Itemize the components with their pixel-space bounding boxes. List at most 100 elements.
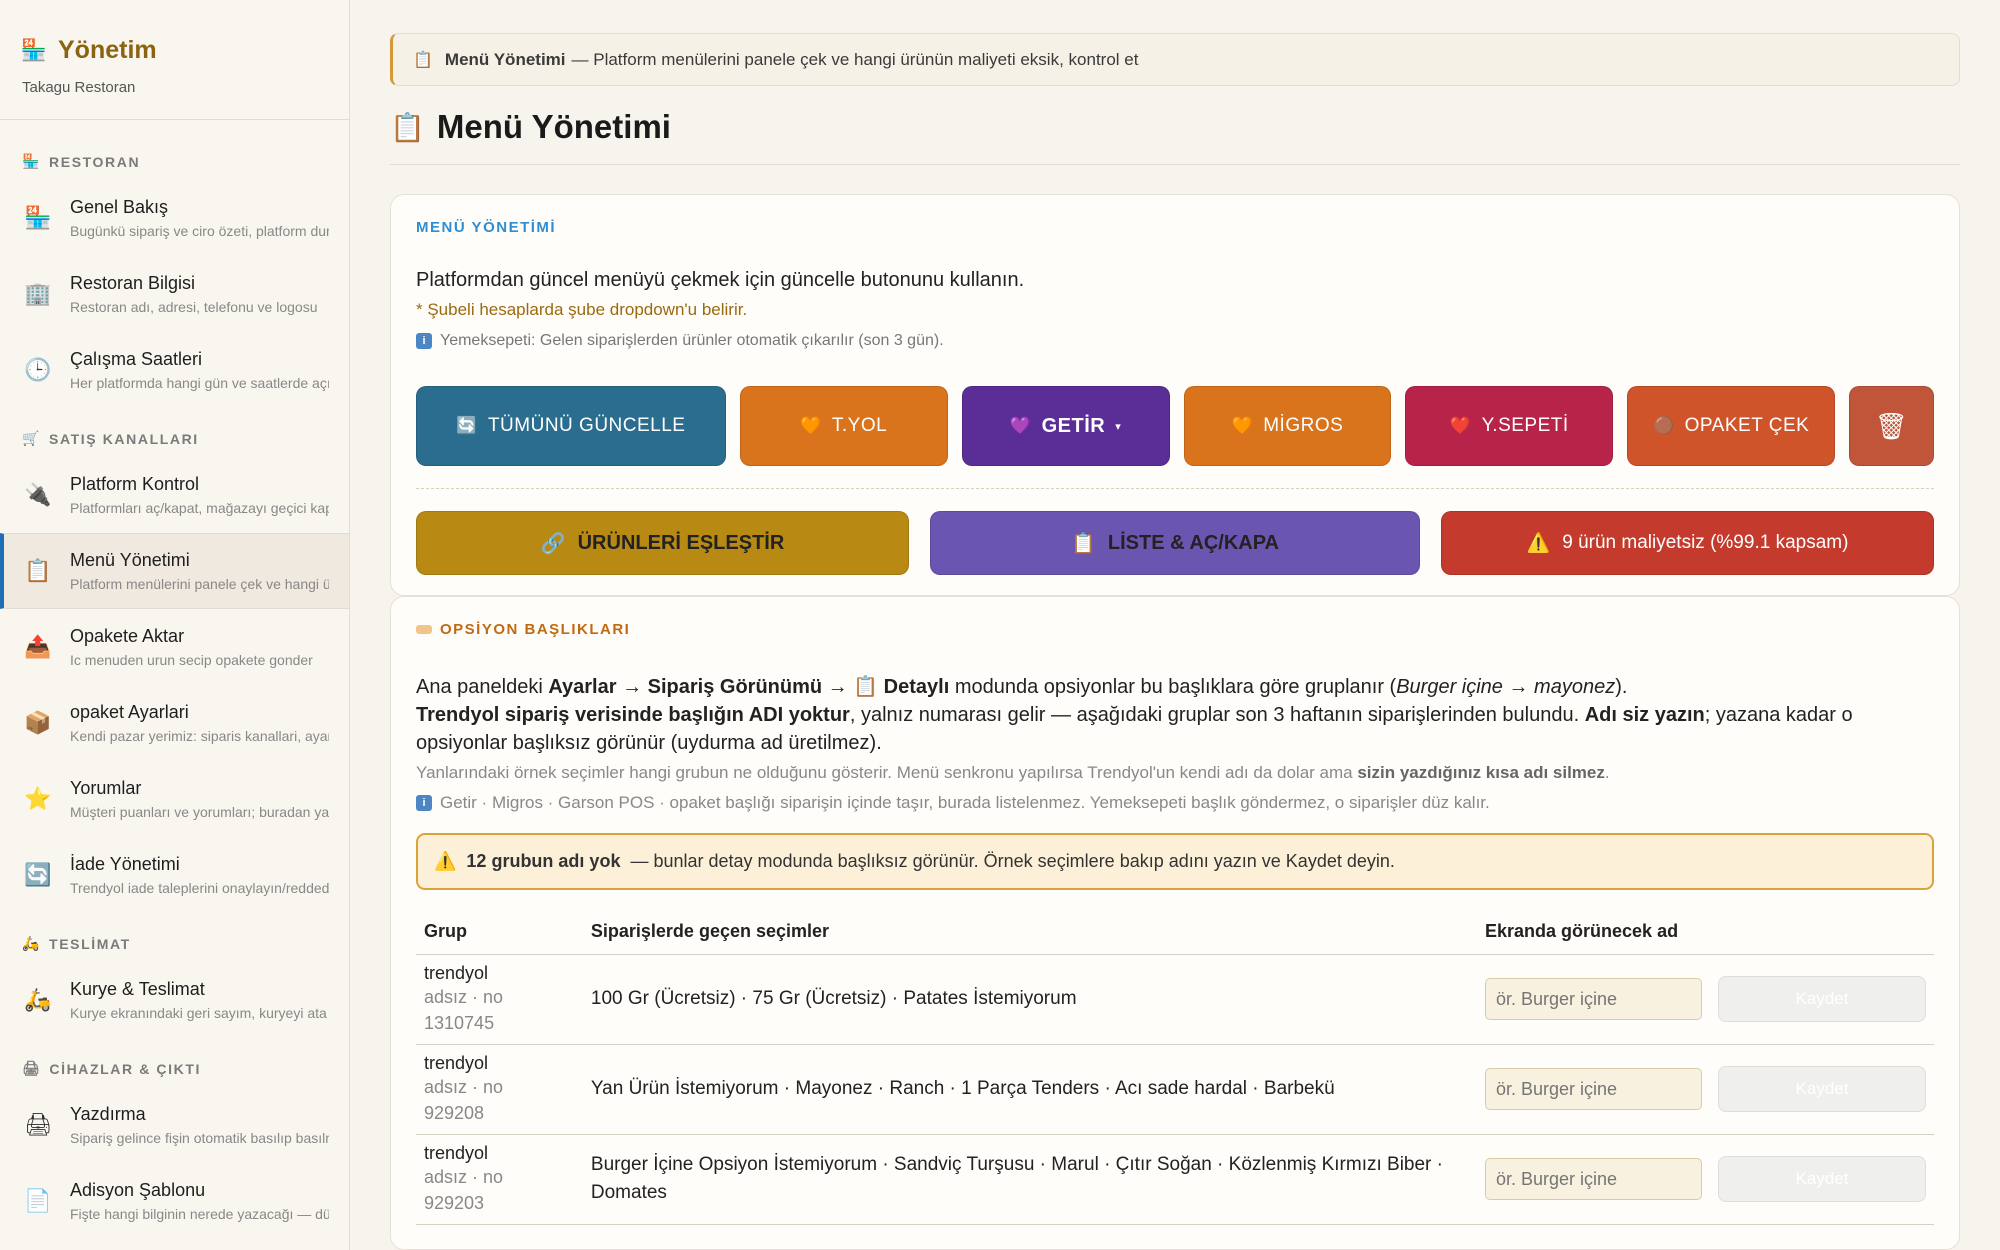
button-label: 9 ürün maliyetsiz (%99.1 kapsam)	[1562, 532, 1849, 553]
sidebar-item-desc: Kurye ekranındaki geri sayım, kuryeyi at…	[70, 1005, 327, 1021]
emphasis-text: sizin yazdığınız kısa adı silmez	[1357, 763, 1605, 782]
sidebar-item-calisma-saatleri[interactable]: 🕒 Çalışma Saatleri Her platformda hangi g…	[0, 332, 349, 408]
group-platform: trendyol	[424, 1142, 489, 1163]
section-label: RESTORAN	[49, 153, 141, 170]
match-products-button[interactable]: 🔗 ÜRÜNLERİ EŞLEŞTİR	[416, 511, 909, 575]
group-choices: Yan Ürün İstemiyorum · Mayonez · Ranch ·…	[582, 1044, 1477, 1135]
building-icon: 🏢	[24, 281, 52, 306]
save-button[interactable]: Kaydet	[1718, 1156, 1926, 1202]
clipboard-icon: 📋	[413, 51, 433, 69]
sidebar: 🏪 Yönetim Takagu Restoran 🏪 RESTORAN 🏪 Ge…	[0, 0, 350, 1250]
red-heart-icon: ❤️	[1449, 416, 1472, 435]
sidebar-item-yorumlar[interactable]: ⭐ Yorumlar Müşteri puanları ve yorumları;…	[0, 761, 349, 837]
clock-icon: 🕒	[24, 357, 52, 382]
scooter-icon: 🛵	[22, 935, 42, 951]
group-choices: Burger İçine Opsiyon İstemiyorum · Sandv…	[582, 1134, 1477, 1225]
section-label: TESLİMAT	[49, 935, 131, 952]
missing-names-warning: ⚠️ 12 grubun adı yok — bunlar detay modu…	[416, 833, 1934, 890]
info-icon: i	[416, 333, 432, 349]
store-icon: 🏪	[20, 38, 48, 62]
chevron-down-icon: ▾	[1115, 420, 1122, 433]
divider	[416, 488, 1934, 489]
star-icon: ⭐	[24, 786, 52, 811]
table-header-row: Grup Siparişlerde geçen seçimler Ekranda…	[416, 910, 1934, 955]
option-groups-table: Grup Siparişlerde geçen seçimler Ekranda…	[416, 910, 1934, 1225]
action-button-row: 🔗 ÜRÜNLERİ EŞLEŞTİR 📋 LİSTE & AÇ/KAPA ⚠️…	[416, 511, 1934, 575]
platform-button-row: 🔄 TÜMÜNÜ GÜNCELLE 🧡 T.YOL 💜 GETİR ▾ 🧡 Mİ…	[416, 386, 1935, 466]
getir-button[interactable]: 💜 GETİR ▾	[961, 386, 1170, 466]
scooter-icon: 🛵	[24, 987, 52, 1012]
printer-icon: 🖨	[24, 1112, 52, 1137]
sidebar-item-label: Restoran Bilgisi	[70, 273, 196, 293]
sidebar-item-kurye-teslimat[interactable]: 🛵 Kurye & Teslimat Kurye ekranındaki geri…	[0, 962, 349, 1038]
sidebar-item-label: Adisyon Şablonu	[70, 1180, 206, 1200]
sidebar-item-desc: Bugünkü sipariş ve ciro özeti, platform …	[70, 223, 329, 239]
button-label: TÜMÜNÜ GÜNCELLE	[487, 415, 686, 436]
brand-title[interactable]: 🏪 Yönetim	[20, 36, 327, 65]
update-all-button[interactable]: 🔄 TÜMÜNÜ GÜNCELLE	[416, 386, 726, 466]
sidebar-item-adisyon-sablonu[interactable]: 📄 Adisyon Şablonu Fişte hangi bilginin ne…	[0, 1163, 349, 1239]
opaket-fetch-button[interactable]: 🟤 OPAKET ÇEK	[1627, 386, 1836, 466]
display-name-input[interactable]	[1485, 978, 1702, 1020]
warning-text: — bunlar detay modunda başlıksız görünür…	[630, 851, 1395, 871]
sidebar-item-iade-yonetimi[interactable]: 🔄 İade Yönetimi Trendyol iade taleplerini…	[0, 837, 349, 913]
sidebar-item-genel-bakis[interactable]: 🏪 Genel Bakış Bugünkü sipariş ve ciro öze…	[0, 180, 349, 256]
table-row: trendyol adsız · no 929208 Yan Ürün İstemi…	[416, 1044, 1934, 1135]
tag-icon	[416, 625, 432, 634]
store-icon: 🏪	[24, 205, 52, 230]
card-heading-text: OPSİYON BAŞLIKLARI	[440, 621, 631, 638]
sidebar-item-desc: Platformları aç/kapat, mağazayı geçici k…	[70, 500, 329, 516]
button-label: T.YOL	[831, 415, 888, 436]
brand: 🏪 Yönetim Takagu Restoran	[0, 0, 349, 120]
list-toggle-button[interactable]: 📋 LİSTE & AÇ/KAPA	[930, 511, 1420, 575]
trash-icon: 🗑	[1874, 410, 1909, 441]
save-button[interactable]: Kaydet	[1718, 976, 1926, 1022]
section-label: SATIŞ KANALLARI	[49, 430, 199, 447]
sidebar-item-desc: Her platformda hangi gün ve saatlerde aç…	[70, 375, 329, 391]
yemeksepeti-button[interactable]: ❤️ Y.SEPETİ	[1405, 386, 1614, 466]
banner-text: — Platform menülerini panele çek ve hang…	[571, 49, 1139, 69]
display-name-input[interactable]	[1485, 1158, 1702, 1200]
section-teslimat: 🛵 TESLİMAT	[0, 913, 349, 962]
delete-button[interactable]: 🗑	[1849, 386, 1935, 466]
display-name-input[interactable]	[1485, 1068, 1702, 1110]
brown-circle-icon: 🟤	[1652, 416, 1675, 435]
section-label: CİHAZLAR & ÇIKTI	[49, 1060, 201, 1077]
sidebar-item-desc: Ic menuden urun secip opakete gonder	[70, 652, 313, 668]
group-number: 929203	[424, 1192, 485, 1213]
col-header-display-name: Ekranda görünecek ad	[1477, 910, 1934, 955]
trendyol-button[interactable]: 🧡 T.YOL	[739, 386, 948, 466]
sidebar-item-desc: Müşteri puanları ve yorumları; buradan y…	[70, 804, 329, 820]
save-button[interactable]: Kaydet	[1718, 1066, 1926, 1112]
sidebar-item-desc: Restoran adı, adresi, telefonu ve logosu	[70, 299, 318, 315]
sidebar-item-platform-kontrol[interactable]: 🔌 Platform Kontrol Platformları aç/kapat,…	[0, 457, 349, 533]
printer-icon: 🖨	[22, 1060, 42, 1076]
option-headings-card: OPSİYON BAŞLIKLARI Ana paneldeki Ayarlar…	[390, 596, 1960, 1250]
emphasis-text: Trendyol sipariş verisinde başlığın ADI …	[416, 704, 850, 726]
brand-name: Yönetim	[58, 36, 157, 64]
sidebar-item-yazdirma[interactable]: 🖨 Yazdırma Sipariş gelince fişin otomatik…	[0, 1087, 349, 1163]
plug-icon: 🔌	[24, 482, 52, 507]
sidebar-item-opaket-ayarlari[interactable]: 📦 opaket Ayarlari Kendi pazar yerimiz: si…	[0, 685, 349, 761]
page-title: 📋 Menü Yönetimi	[390, 108, 1960, 165]
options-info: i Getir · Migros · Garson POS · opaket b…	[416, 793, 1934, 813]
group-platform: trendyol	[424, 1052, 489, 1073]
sidebar-item-opakete-aktar[interactable]: 📤 Opakete Aktar Ic menuden urun secip opa…	[0, 609, 349, 685]
text-fragment: ).	[1615, 676, 1628, 698]
button-label: MİGROS	[1263, 415, 1344, 436]
outbox-icon: 📤	[24, 634, 52, 659]
sidebar-item-label: Yorumlar	[70, 778, 142, 798]
sidebar-item-restoran-bilgisi[interactable]: 🏢 Restoran Bilgisi Restoran adı, adresi, …	[0, 256, 349, 332]
missing-cost-button[interactable]: ⚠️ 9 ürün maliyetsiz (%99.1 kapsam)	[1441, 511, 1934, 575]
warning-icon: ⚠️	[434, 851, 457, 871]
card-heading: OPSİYON BAŞLIKLARI	[416, 621, 1934, 638]
clipboard-icon: 📋	[390, 111, 425, 143]
group-sub: adsız · no	[424, 986, 504, 1007]
sidebar-item-menu-yonetimi[interactable]: 📋 Menü Yönetimi Platform menülerini panel…	[0, 533, 349, 609]
options-description: Ana paneldeki Ayarlar → Sipariş Görünümü…	[416, 673, 1934, 757]
package-icon: 📦	[24, 710, 52, 735]
purple-heart-icon: 💜	[1009, 416, 1032, 435]
sidebar-item-label: Yazdırma	[70, 1104, 146, 1124]
migros-button[interactable]: 🧡 MİGROS	[1183, 386, 1392, 466]
text-fragment: .	[1604, 763, 1610, 782]
